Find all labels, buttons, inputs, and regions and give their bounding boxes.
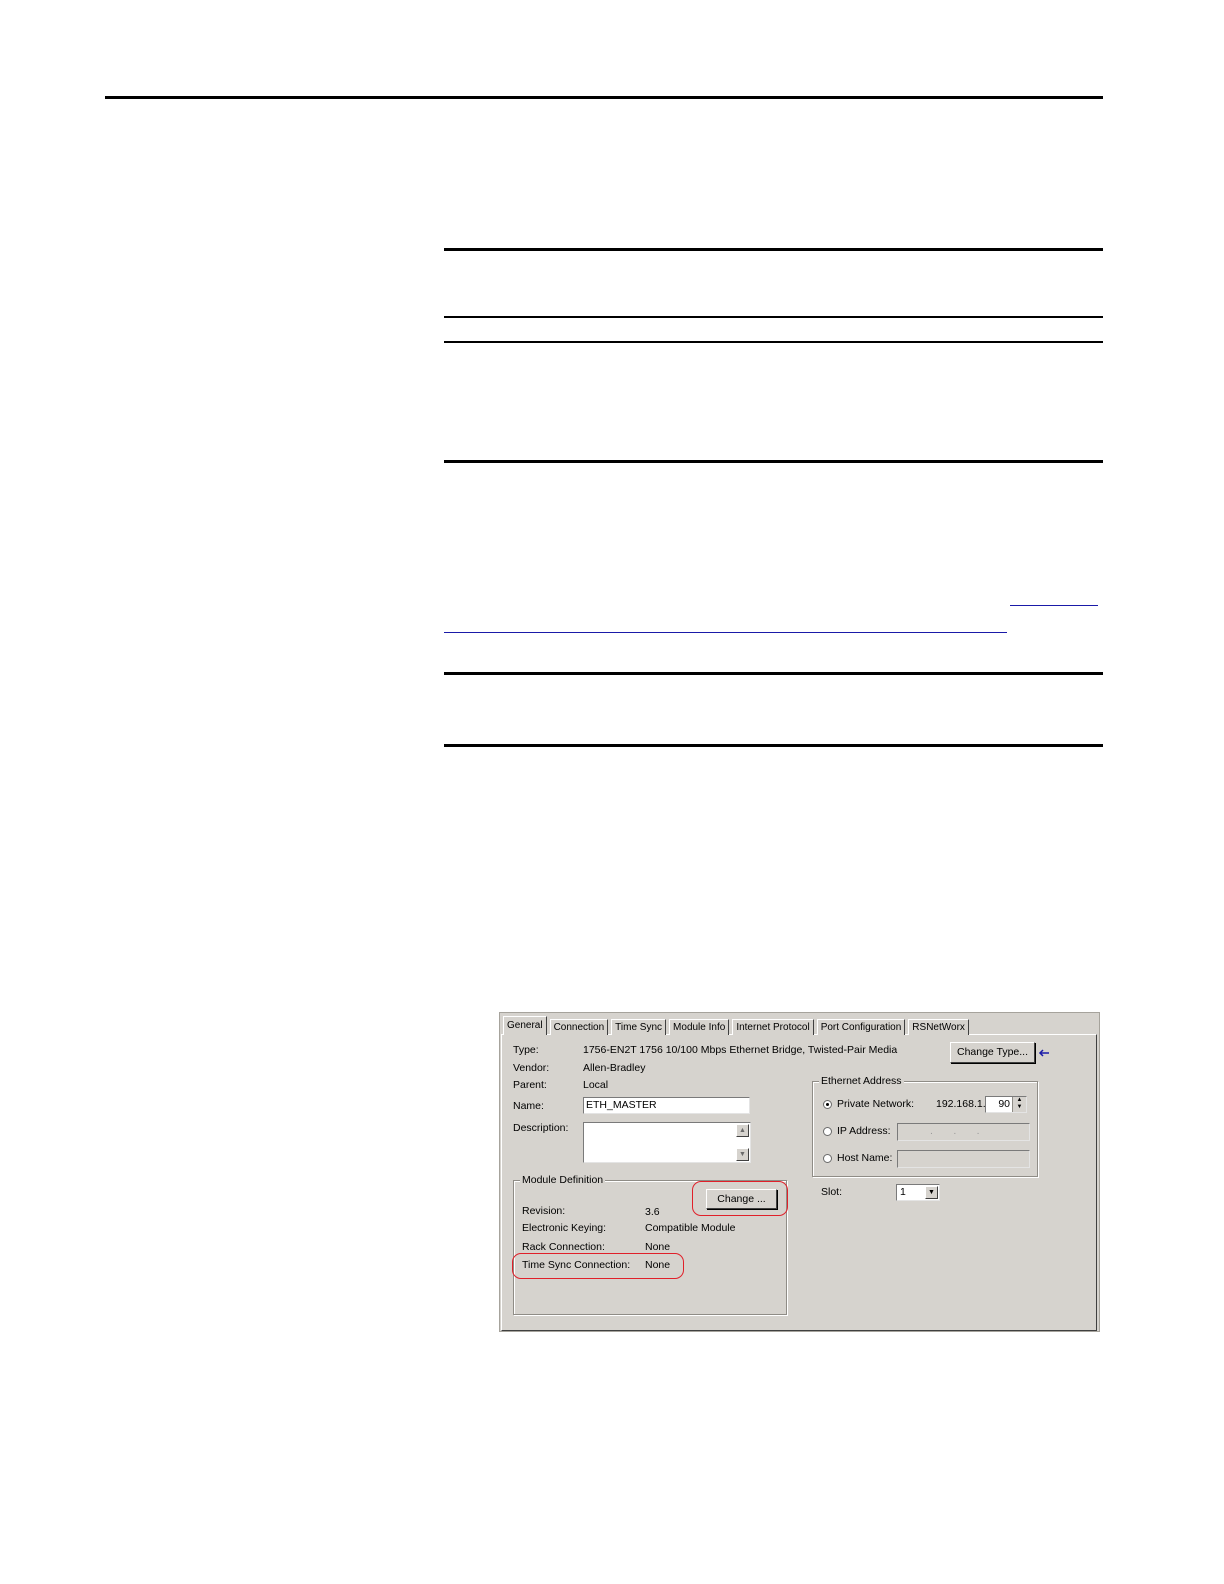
private-network-prefix: 192.168.1.: [936, 1098, 986, 1110]
vendor-value: Allen-Bradley: [583, 1062, 646, 1074]
hyperlink-underline-1[interactable]: [1010, 605, 1098, 606]
slot-label: Slot:: [821, 1186, 843, 1198]
note-bottom-rule: [444, 316, 1103, 318]
ip-address-input[interactable]: . . .: [897, 1123, 1030, 1141]
tab-module-info[interactable]: Module Info: [669, 1019, 730, 1035]
host-name-radio[interactable]: [823, 1154, 832, 1163]
change-type-button[interactable]: Change Type...: [950, 1042, 1035, 1063]
module-definition-title: Module Definition: [520, 1174, 606, 1186]
header-rule: [105, 96, 1103, 99]
private-network-label: Private Network:: [837, 1098, 915, 1110]
tip-top-rule: [444, 672, 1103, 675]
electronic-keying-label: Electronic Keying:: [522, 1222, 607, 1234]
scroll-down-icon[interactable]: ▼: [736, 1148, 749, 1161]
tab-general[interactable]: General: [503, 1016, 547, 1035]
vendor-label: Vendor:: [513, 1062, 550, 1074]
name-input[interactable]: ETH_MASTER: [583, 1097, 750, 1114]
electronic-keying-value: Compatible Module: [645, 1222, 736, 1234]
parent-label: Parent:: [513, 1079, 547, 1091]
octet-spinner[interactable]: ▲ ▼: [1012, 1097, 1026, 1112]
rack-connection-value: None: [645, 1241, 671, 1253]
ip-address-radio[interactable]: [823, 1127, 832, 1136]
time-sync-highlight: [512, 1253, 684, 1279]
note-top-rule: [444, 248, 1103, 251]
ethernet-address-group: Ethernet Address Private Network: 192.16…: [812, 1075, 1038, 1177]
parent-value: Local: [583, 1079, 609, 1091]
tab-strip: General Connection Time Sync Module Info…: [503, 1016, 972, 1035]
important-bottom-rule: [444, 460, 1103, 463]
tab-time-sync[interactable]: Time Sync: [611, 1019, 667, 1035]
host-name-label: Host Name:: [837, 1152, 893, 1164]
tab-connection[interactable]: Connection: [549, 1019, 609, 1035]
slot-select-value: 1: [900, 1186, 906, 1198]
private-network-octet-input[interactable]: 90 ▲ ▼: [985, 1096, 1027, 1113]
name-input-value: ETH_MASTER: [586, 1099, 657, 1111]
rack-connection-label: Rack Connection:: [522, 1241, 605, 1253]
tab-internet-protocol[interactable]: Internet Protocol: [732, 1019, 814, 1035]
host-name-input[interactable]: [897, 1150, 1030, 1168]
private-network-radio[interactable]: [823, 1100, 832, 1109]
description-textarea[interactable]: ▲ ▼: [583, 1122, 751, 1163]
name-label: Name:: [513, 1100, 544, 1112]
tab-rsnetworx[interactable]: RSNetWorx: [908, 1019, 969, 1035]
important-top-rule: [444, 341, 1103, 343]
type-label: Type:: [513, 1044, 539, 1056]
revision-label: Revision:: [522, 1205, 566, 1217]
private-network-octet-value: 90: [998, 1098, 1010, 1110]
tip-bottom-rule: [444, 744, 1103, 747]
arrow-left-icon: [1038, 1049, 1049, 1057]
tab-port-configuration[interactable]: Port Configuration: [816, 1019, 906, 1035]
change-button-highlight: [692, 1181, 788, 1216]
revision-value: 3.6: [645, 1206, 660, 1218]
module-properties-dialog: General Connection Time Sync Module Info…: [499, 1012, 1100, 1332]
description-label: Description:: [513, 1122, 569, 1134]
slot-select[interactable]: 1 ▼: [896, 1184, 940, 1201]
chevron-down-icon[interactable]: ▼: [925, 1186, 938, 1199]
ip-address-dots: . . .: [930, 1125, 980, 1137]
ethernet-address-title: Ethernet Address: [819, 1075, 904, 1087]
scroll-up-icon[interactable]: ▲: [736, 1124, 749, 1137]
hyperlink-underline-2[interactable]: [444, 632, 1007, 633]
type-value: 1756-EN2T 1756 10/100 Mbps Ethernet Brid…: [583, 1044, 898, 1056]
ip-address-label: IP Address:: [837, 1125, 891, 1137]
